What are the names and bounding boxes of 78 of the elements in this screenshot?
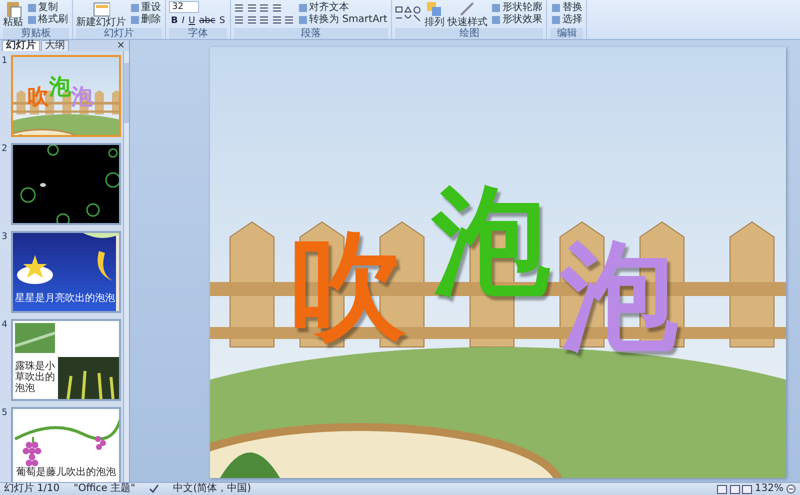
panel-tab[interactable]: 大纲 [41, 40, 69, 51]
square-icon [27, 3, 37, 13]
ribbon-button[interactable]: 删除 [129, 14, 162, 26]
square-icon [551, 3, 562, 13]
scrollbar[interactable] [123, 51, 129, 482]
slide-thumbnail[interactable]: 星星是月亮吹出的泡泡 [11, 231, 121, 313]
ribbon-button[interactable]: 替换 [550, 2, 584, 14]
square-icon [491, 3, 502, 13]
align-icon [234, 15, 244, 26]
align-icon [259, 2, 270, 13]
align-icon [234, 2, 244, 13]
square-icon [130, 3, 140, 13]
title-character: 吹 [27, 85, 49, 112]
slide-caption: 露珠是小草吹出的泡泡 [15, 361, 56, 394]
slide-thumbnail[interactable]: 葡萄是藤儿吹出的泡泡 [11, 407, 121, 482]
square-icon [27, 15, 37, 25]
quick-styles-icon [458, 0, 476, 18]
ribbon-button[interactable]: 选择 [550, 14, 584, 26]
group-label: 字体 [169, 28, 228, 39]
new-slide-icon [92, 0, 110, 18]
theme-name: "Office 主题" [74, 483, 136, 495]
ribbon-button[interactable]: 形状轮廓 [490, 2, 544, 14]
slide-number: 4 [0, 319, 8, 332]
slide-number: 5 [0, 407, 8, 420]
format-button[interactable]: U [186, 16, 198, 27]
align-icon [272, 2, 282, 13]
slide-counter: 幻灯片 1/10 [4, 483, 60, 495]
format-button[interactable]: S [217, 16, 228, 27]
arrange-button[interactable]: 排列 [424, 0, 444, 28]
square-icon [298, 3, 308, 13]
align-icon [246, 2, 257, 13]
square-icon [491, 15, 502, 25]
group-label: 段落 [234, 28, 388, 39]
slide-number: 1 [0, 55, 8, 68]
title-character: 吹 [288, 227, 406, 345]
ribbon-button[interactable]: 格式刷 [26, 14, 69, 26]
group-label: 幻灯片 [76, 28, 162, 39]
slide-number: 3 [0, 231, 8, 244]
align-icon [284, 15, 294, 26]
square-icon [551, 15, 562, 25]
ribbon-button[interactable]: 形状效果 [490, 14, 544, 26]
paste-button[interactable]: 粘贴 [3, 0, 23, 28]
square-icon [298, 15, 308, 25]
slide-caption: 葡萄是藤儿吹出的泡泡 [16, 467, 116, 478]
close-button[interactable]: × [112, 41, 129, 51]
format-button[interactable]: I [180, 16, 187, 27]
ribbon-button[interactable]: 复制 [26, 2, 69, 14]
view-icon [717, 484, 728, 494]
quick-styles-button[interactable]: 快速样式 [447, 0, 488, 28]
zoom-out-icon [786, 484, 796, 494]
ribbon-button[interactable]: 转换为 SmartArt [297, 14, 388, 26]
check-icon [149, 484, 160, 494]
group-label: 绘图 [395, 28, 544, 39]
shapes-gallery-icon [395, 6, 422, 22]
group-label: 剪贴板 [3, 28, 69, 39]
group-label: 编辑 [550, 28, 584, 39]
align-icon [272, 15, 282, 26]
slide-number: 2 [0, 143, 8, 156]
view-icon [730, 484, 740, 494]
font-size-field[interactable]: 32 [169, 1, 199, 14]
ribbon-button[interactable]: 对齐文本 [297, 2, 388, 14]
paste-icon [4, 0, 22, 18]
arrange-icon [425, 0, 444, 18]
view-icon [742, 484, 752, 494]
slide-caption: 星星是月亮吹出的泡泡 [15, 293, 115, 304]
slide-thumbnail[interactable]: 露珠是小草吹出的泡泡 [11, 319, 121, 401]
square-icon [130, 15, 140, 25]
ribbon-button[interactable]: 重设 [129, 2, 162, 14]
format-button[interactable]: B [169, 16, 180, 27]
align-icon [246, 15, 257, 26]
format-button[interactable]: abc [197, 16, 218, 27]
panel-tab[interactable]: 幻灯片 [2, 40, 40, 51]
zoom-level: 132% [754, 483, 784, 495]
language-label: 中文(简体，中国) [173, 483, 252, 495]
title-character: 泡 [560, 237, 678, 355]
new-slide-button[interactable]: 新建幻灯片 [76, 0, 126, 28]
title-character: 泡 [49, 74, 71, 100]
align-icon [259, 15, 270, 26]
